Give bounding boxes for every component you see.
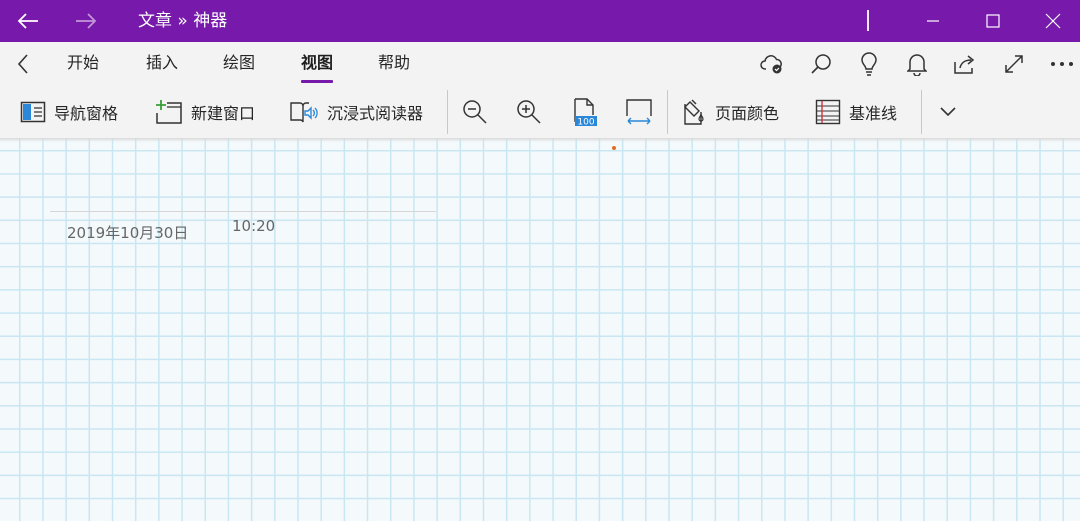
new-window-button[interactable]: 新建窗口 — [155, 94, 255, 130]
page-color-label: 页面颜色 — [715, 104, 780, 123]
share-icon — [954, 55, 975, 74]
share-button[interactable] — [950, 50, 980, 78]
tab-home[interactable]: 开始 — [67, 42, 99, 86]
sync-status-button[interactable] — [757, 50, 787, 78]
zoom-in-icon — [517, 100, 541, 124]
page-color-button[interactable]: 页面颜色 — [681, 94, 779, 130]
rule-lines-label: 基准线 — [849, 104, 898, 123]
zoom-in-button[interactable] — [516, 94, 542, 130]
close-button[interactable] — [1035, 0, 1071, 42]
rule-lines-icon — [815, 99, 841, 125]
new-window-label: 新建窗口 — [191, 104, 256, 123]
more-icon — [1051, 62, 1073, 66]
toolbar-separator — [921, 90, 922, 134]
cursor-marker — [612, 146, 616, 150]
toolbar-separator — [667, 90, 668, 134]
arrow-left-icon — [17, 13, 38, 29]
search-icon — [811, 54, 831, 74]
toolbar-separator — [447, 90, 448, 134]
ribbon-collapse-button[interactable] — [10, 50, 36, 78]
window-title: 文章 » 神器 — [138, 11, 228, 31]
tell-me-button[interactable] — [854, 50, 884, 78]
note-page-canvas[interactable] — [0, 138, 1080, 521]
page-date: 2019年10月30日 — [67, 224, 189, 242]
command-toolbar: 导航窗格 新建窗口 沉浸式阅读器 100 页面颜色 基准线 — [0, 86, 1080, 138]
zoom-100-badge: 100 — [577, 118, 594, 128]
minimize-icon — [927, 20, 939, 22]
title-bar: 文章 » 神器 — [0, 0, 1080, 42]
zoom-100-icon: 100 — [574, 98, 597, 128]
page-title-line[interactable] — [50, 211, 436, 212]
minimize-button[interactable] — [915, 0, 951, 42]
page-time: 10:20 — [232, 217, 276, 235]
maximize-button[interactable] — [975, 0, 1011, 42]
new-window-icon — [156, 100, 182, 124]
navigation-pane-icon — [20, 101, 46, 123]
navigation-pane-button[interactable]: 导航窗格 — [20, 94, 118, 130]
immersive-reader-button[interactable]: 沉浸式阅读器 — [289, 94, 423, 130]
immersive-reader-label: 沉浸式阅读器 — [327, 104, 424, 123]
close-icon — [1045, 13, 1061, 29]
page-width-icon — [626, 99, 652, 125]
bell-icon — [907, 54, 927, 76]
chevron-down-icon — [940, 107, 956, 117]
full-page-view-button[interactable] — [999, 50, 1029, 78]
lightbulb-icon — [861, 52, 877, 76]
toolbar-shadow — [0, 138, 1080, 142]
arrow-right-icon — [76, 13, 97, 29]
forward-button[interactable] — [68, 0, 104, 42]
ribbon-tabs: 开始 插入 绘图 视图 帮助 — [0, 42, 1080, 86]
tab-draw[interactable]: 绘图 — [223, 42, 255, 86]
chevron-left-icon — [17, 54, 28, 74]
navigation-pane-label: 导航窗格 — [54, 104, 119, 123]
rule-lines-button[interactable]: 基准线 — [815, 94, 897, 130]
page-color-icon — [684, 99, 704, 125]
more-options-button[interactable] — [1047, 50, 1077, 78]
zoom-100-button[interactable]: 100 — [572, 94, 598, 130]
zoom-out-button[interactable] — [462, 94, 488, 130]
back-button[interactable] — [10, 0, 46, 42]
search-button[interactable] — [806, 50, 836, 78]
tab-help[interactable]: 帮助 — [378, 42, 410, 86]
expand-ribbon-button[interactable] — [939, 94, 957, 130]
title-separator — [867, 10, 869, 31]
fullscreen-icon — [1005, 55, 1023, 73]
immersive-reader-icon — [290, 102, 318, 123]
maximize-icon — [986, 14, 1000, 28]
tab-insert[interactable]: 插入 — [146, 42, 178, 86]
tab-view[interactable]: 视图 — [301, 42, 334, 86]
zoom-out-icon — [463, 100, 487, 124]
cloud-sync-icon — [760, 55, 782, 74]
page-width-button[interactable] — [625, 94, 653, 130]
notifications-button[interactable] — [902, 50, 932, 78]
